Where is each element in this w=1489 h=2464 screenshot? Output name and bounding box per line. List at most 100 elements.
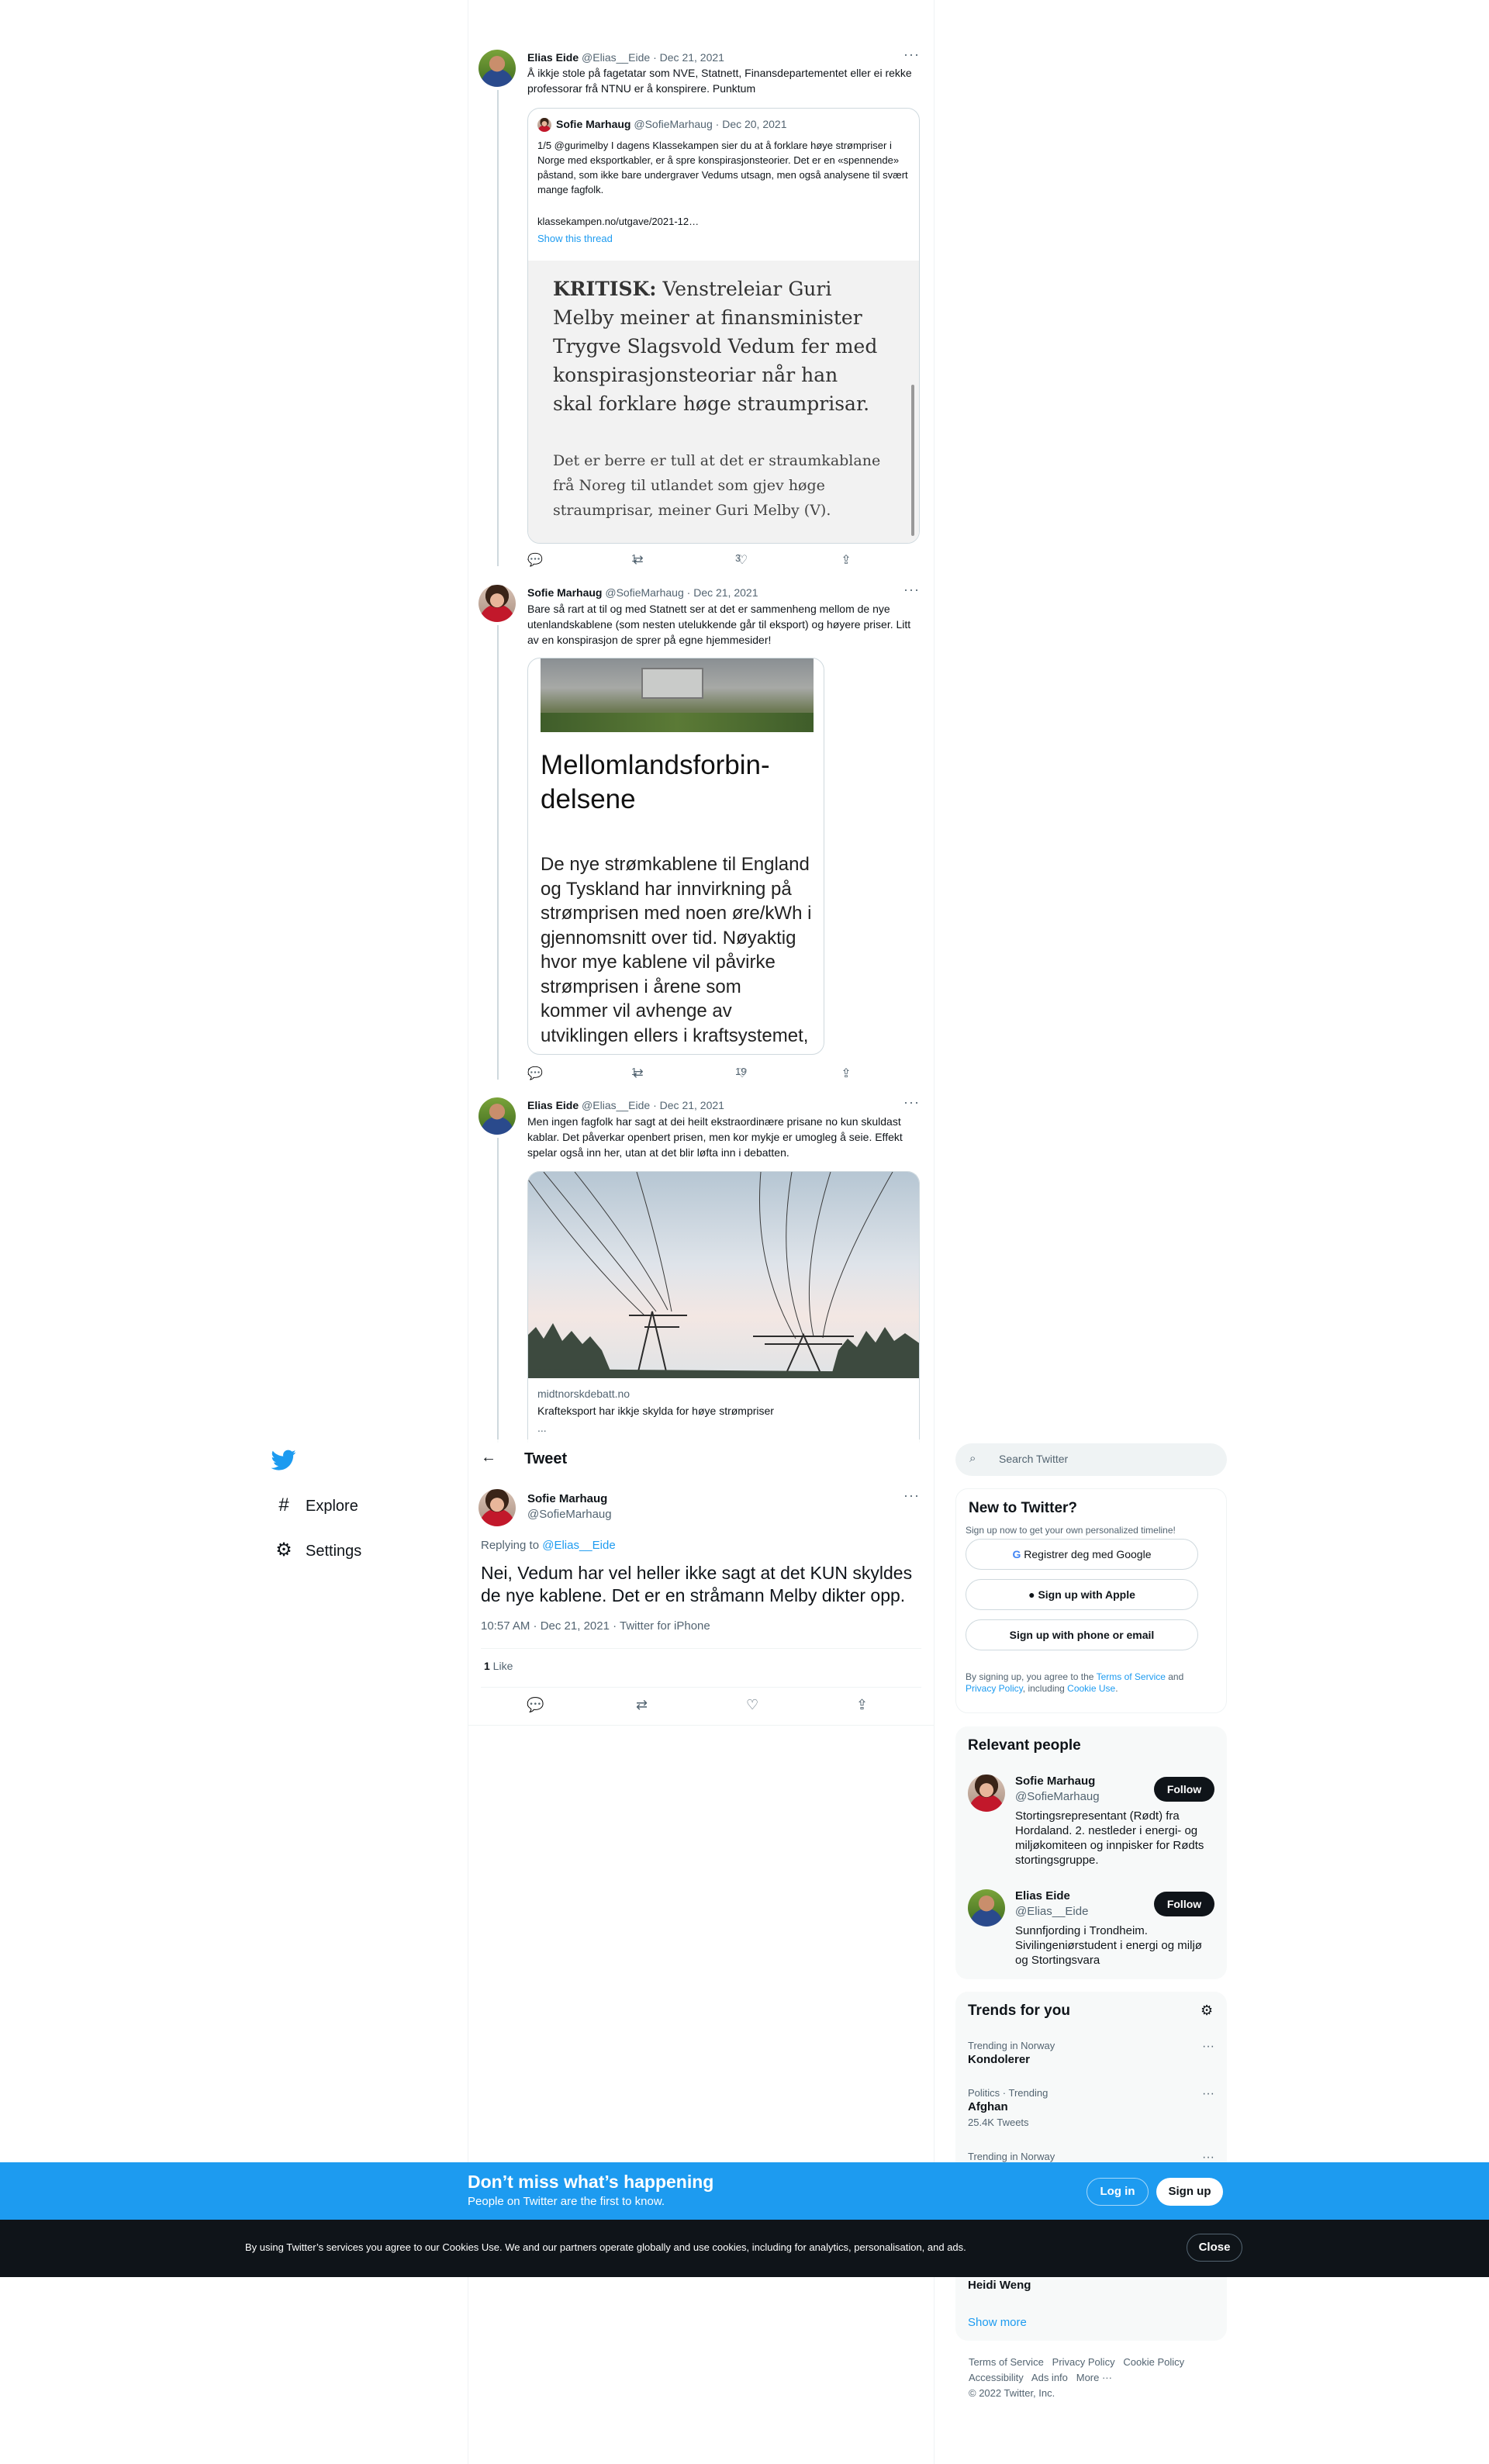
avatar[interactable] <box>478 1489 516 1526</box>
show-thread-link[interactable]: Show this thread <box>537 233 613 244</box>
footer-link[interactable]: Privacy Policy <box>1052 2356 1115 2368</box>
timeline-right-border <box>934 0 935 2464</box>
follow-button[interactable]: Follow <box>1154 1777 1214 1802</box>
more-icon[interactable]: ··· <box>903 582 920 598</box>
trend-item[interactable]: Trending in Norway Kondolerer ··· <box>968 2040 1214 2066</box>
trend-item[interactable]: Politics · Trending Afghan 25.4K Tweets ··· <box>968 2087 1214 2128</box>
author-handle[interactable]: @SofieMarhaug <box>605 586 683 599</box>
tweet-header: Elias Eide @Elias__Eide · Dec 21, 2021 <box>527 1099 724 1111</box>
person-handle[interactable]: @SofieMarhaug <box>1015 1790 1100 1803</box>
login-button[interactable]: Log in <box>1087 2178 1149 2206</box>
link-card[interactable]: midtnorskdebatt.no Krafteksport har ikkj… <box>527 1171 920 1443</box>
reply-button[interactable]: 💬 2 <box>527 1066 543 1080</box>
quoted-tweet[interactable]: Sofie Marhaug @SofieMarhaug · Dec 20, 20… <box>527 108 920 544</box>
tweet-image[interactable]: Mellomlandsforbin-delsene De nye strømka… <box>527 658 824 1055</box>
tweet-text: Å ikkje stole på fagetatar som NVE, Stat… <box>527 67 912 95</box>
follow-button[interactable]: Follow <box>1154 1892 1214 1916</box>
apple-signup-button[interactable]: ● Sign up with Apple <box>966 1579 1198 1610</box>
author-handle: @SofieMarhaug <box>634 118 713 130</box>
phone-signup-button[interactable]: Sign up with phone or email <box>966 1619 1198 1650</box>
retweet-button[interactable]: ⇄ 1 <box>631 552 644 567</box>
quote-link[interactable]: klassekampen.no/utgave/2021-12… <box>537 216 699 227</box>
avatar[interactable] <box>968 1889 1005 1927</box>
nav-settings[interactable]: ⚙ Settings <box>271 1541 361 1560</box>
signup-box: New to Twitter? Sign up now to get your … <box>955 1488 1227 1713</box>
person-bio: Sunnfjording i Trondheim. Sivilingeniørs… <box>1015 1924 1202 1967</box>
person-name[interactable]: Elias Eide <box>1015 1889 1070 1902</box>
footer-link[interactable]: Accessibility <box>969 2372 1024 2383</box>
trend-item[interactable]: Trending in Norway ··· <box>968 2151 1214 2164</box>
footer-link[interactable]: More ··· <box>1076 2372 1112 2383</box>
more-icon[interactable]: ··· <box>1202 2040 1214 2054</box>
nav-explore[interactable]: # Explore <box>271 1496 358 1515</box>
hashtag-icon: # <box>278 1495 289 1515</box>
retweet-button[interactable]: ⇄ 1 <box>631 1066 644 1080</box>
avatar[interactable] <box>478 1097 516 1135</box>
back-arrow-icon[interactable]: ← <box>481 1449 496 1467</box>
twitter-logo-icon[interactable] <box>271 1447 296 1472</box>
heart-icon: ♡ <box>736 554 748 567</box>
trend-item[interactable]: Heidi Weng <box>968 2277 1214 2292</box>
author-name[interactable]: Sofie Marhaug <box>527 1492 607 1505</box>
tweet-date[interactable]: Dec 21, 2021 <box>693 586 758 599</box>
share-icon[interactable]: ⇪ <box>856 1697 868 1713</box>
footer-link[interactable]: Terms of Service <box>969 2356 1044 2368</box>
avatar[interactable] <box>478 50 516 87</box>
footer-link[interactable]: Cookie Policy <box>1123 2356 1184 2368</box>
like-button[interactable]: ♡ 19 <box>735 1066 748 1080</box>
cookie-bar: By using Twitter’s services you agree to… <box>0 2220 1489 2277</box>
image-heading: Mellomlandsforbin-delsene <box>541 750 770 814</box>
search-placeholder: Search Twitter <box>999 1453 1069 1465</box>
quote-header: Sofie Marhaug @SofieMarhaug · Dec 20, 20… <box>556 118 787 130</box>
person-handle[interactable]: @Elias__Eide <box>1015 1905 1088 1918</box>
like-button[interactable]: ♡ 3 <box>735 552 748 567</box>
show-more-link[interactable]: Show more <box>968 2316 1027 2329</box>
more-icon[interactable]: ··· <box>903 47 920 63</box>
reply-icon[interactable]: 💬 <box>527 1697 544 1713</box>
footer-link[interactable]: Ads info <box>1031 2372 1068 2383</box>
privacy-link[interactable]: Privacy Policy <box>966 1683 1023 1694</box>
author-name[interactable]: Sofie Marhaug <box>527 586 602 599</box>
close-button[interactable]: Close <box>1187 2234 1242 2262</box>
author-handle[interactable]: @SofieMarhaug <box>527 1508 612 1521</box>
person-name[interactable]: Sofie Marhaug <box>1015 1775 1095 1788</box>
search-icon: ⌕ <box>969 1452 976 1465</box>
quote-image[interactable]: KRITISK: Venstreleiar Guri Melby meiner … <box>528 261 919 543</box>
likes-count[interactable]: 1 Like <box>484 1660 513 1672</box>
more-icon[interactable]: ··· <box>1202 2087 1214 2101</box>
avatar[interactable] <box>968 1775 1005 1812</box>
retweet-icon[interactable]: ⇄ <box>636 1697 648 1713</box>
image-body: De nye strømkablene til England og Tyskl… <box>541 854 812 1046</box>
replying-to-link[interactable]: @Elias__Eide <box>542 1539 615 1552</box>
more-icon[interactable]: ··· <box>903 1094 920 1111</box>
author-name[interactable]: Elias Eide <box>527 51 579 64</box>
google-icon: G <box>1012 1548 1024 1560</box>
tweet-text: Bare så rart at til og med Statnett ser … <box>527 603 911 646</box>
tweet-meta[interactable]: 10:57 AM · Dec 21, 2021 · Twitter for iP… <box>481 1619 710 1633</box>
heart-icon: ♡ <box>736 1067 748 1080</box>
heart-icon[interactable]: ♡ <box>746 1697 758 1713</box>
avatar[interactable] <box>478 585 516 622</box>
more-icon[interactable]: ··· <box>903 1488 920 1504</box>
cookie-use-link[interactable]: Cookie Use <box>1067 1683 1115 1694</box>
author-handle[interactable]: @Elias__Eide <box>582 51 650 64</box>
person-bio: Stortingsrepresentant (Rødt) fra Hordala… <box>1015 1809 1204 1867</box>
author-name[interactable]: Elias Eide <box>527 1099 579 1111</box>
tweet-actions: 💬 4 ⇄ 1 ♡ 3 ⇪ <box>527 552 853 568</box>
share-icon: ⇪ <box>841 1067 852 1080</box>
retweet-icon: ⇄ <box>633 554 644 567</box>
tweet-date[interactable]: Dec 21, 2021 <box>660 1099 724 1111</box>
author-name: Sofie Marhaug <box>556 118 631 130</box>
signup-button[interactable]: Sign up <box>1156 2178 1223 2206</box>
tweet-date[interactable]: Dec 21, 2021 <box>660 51 724 64</box>
image-article-text: KRITISK: Venstreleiar Guri Melby meiner … <box>553 278 878 415</box>
terms-link[interactable]: Terms of Service <box>1097 1671 1166 1682</box>
google-signup-button[interactable]: G Registrer deg med Google <box>966 1539 1198 1570</box>
quote-text: 1/5 @gurimelby I dagens Klassekampen sie… <box>537 140 908 195</box>
gear-icon[interactable]: ⚙ <box>1201 2003 1213 2019</box>
search-input[interactable]: ⌕ Search Twitter <box>955 1443 1227 1476</box>
retweet-icon: ⇄ <box>633 1067 644 1080</box>
author-handle[interactable]: @Elias__Eide <box>582 1099 650 1111</box>
reply-button[interactable]: 💬 4 <box>527 552 543 567</box>
scrollbar[interactable] <box>911 385 914 536</box>
